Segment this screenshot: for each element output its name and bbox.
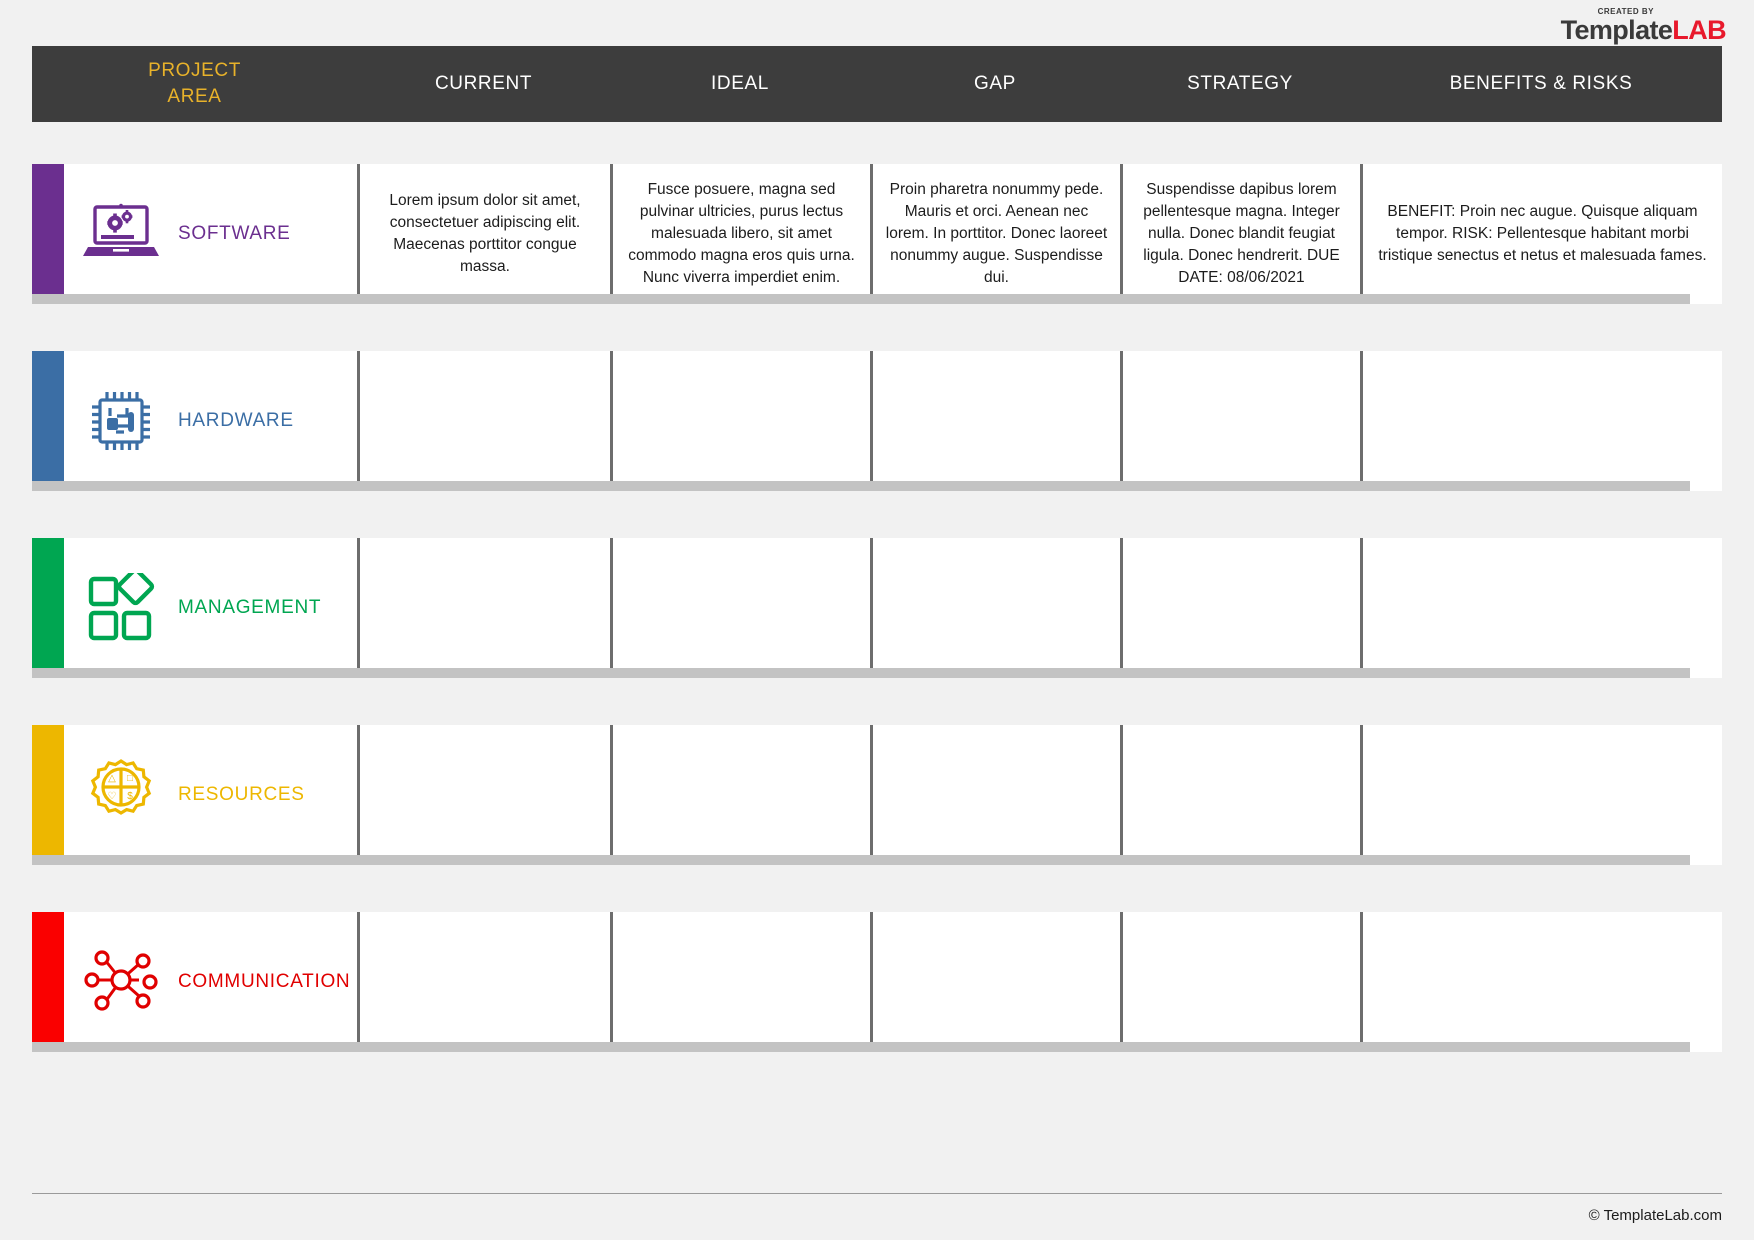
cell-current[interactable] [357, 351, 610, 491]
row-area-cell: SOFTWARE [64, 164, 357, 304]
cell-gap[interactable] [870, 725, 1120, 865]
footer-copyright: © TemplateLab.com [1589, 1207, 1722, 1224]
cell-strategy[interactable] [1120, 912, 1360, 1052]
gear-resources-icon: △ □ ♡ $ [82, 759, 160, 831]
row-shadow [32, 668, 1690, 678]
header-gap: GAP [974, 73, 1016, 94]
svg-text:$: $ [127, 791, 133, 802]
cell-benefits-risks[interactable]: BENEFIT: Proin nec augue. Quisque aliqua… [1360, 164, 1722, 304]
cell-ideal[interactable] [610, 912, 870, 1052]
cell-current[interactable]: Lorem ipsum dolor sit amet, consectetuer… [357, 164, 610, 304]
cell-gap[interactable] [870, 351, 1120, 491]
templatelab-logo: CREATED BY TemplateLAB [1560, 8, 1727, 45]
cell-gap[interactable] [870, 912, 1120, 1052]
row-area-cell: HARDWARE [64, 351, 357, 491]
brand-template-text: Template [1560, 15, 1673, 45]
cell-current[interactable] [357, 912, 610, 1052]
row-body: HARDWARE [64, 351, 1722, 491]
cell-benefits-risks[interactable] [1360, 351, 1722, 491]
table-row: △ □ ♡ $ RESOURCES [32, 725, 1722, 865]
row-label: SOFTWARE [178, 223, 291, 245]
row-label: RESOURCES [178, 784, 305, 806]
svg-text:□: □ [127, 773, 133, 784]
row-accent-bar [32, 725, 64, 865]
cell-ideal[interactable]: Fusce posuere, magna sed pulvinar ultric… [610, 164, 870, 304]
row-body: COMMUNICATION [64, 912, 1722, 1052]
cell-benefits-risks[interactable] [1360, 538, 1722, 678]
network-nodes-icon [82, 946, 160, 1018]
svg-text:△: △ [108, 773, 116, 784]
cell-strategy[interactable] [1120, 725, 1360, 865]
row-shadow [32, 294, 1690, 304]
header-benefits-risks: BENEFITS & RISKS [1449, 73, 1633, 94]
cell-strategy[interactable]: Suspendisse dapibus lorem pellentesque m… [1120, 164, 1360, 304]
cell-ideal[interactable] [610, 351, 870, 491]
cell-current[interactable] [357, 538, 610, 678]
row-accent-bar [32, 912, 64, 1052]
footer-divider [32, 1193, 1722, 1194]
row-accent-bar [32, 538, 64, 678]
cell-ideal[interactable] [610, 538, 870, 678]
cell-strategy[interactable] [1120, 538, 1360, 678]
row-label: HARDWARE [178, 410, 294, 432]
cell-benefits-risks[interactable] [1360, 912, 1722, 1052]
table-row: HARDWARE [32, 351, 1722, 491]
header-project-area: PROJECT AREA [32, 46, 357, 122]
row-area-cell: MANAGEMENT [64, 538, 357, 678]
row-body: △ □ ♡ $ RESOURCES [64, 725, 1722, 865]
cell-strategy[interactable] [1120, 351, 1360, 491]
gap-analysis-template: CREATED BY TemplateLAB PROJECT AREA CURR… [0, 0, 1754, 1240]
laptop-gears-icon [82, 198, 160, 270]
table-row: SOFTWARE Lorem ipsum dolor sit amet, con… [32, 164, 1722, 304]
row-accent-bar [32, 164, 64, 304]
row-body: SOFTWARE Lorem ipsum dolor sit amet, con… [64, 164, 1722, 304]
header-project-area-line2: AREA [167, 86, 222, 107]
cell-current[interactable] [357, 725, 610, 865]
cell-benefits-risks[interactable] [1360, 725, 1722, 865]
shapes-icon [82, 572, 160, 644]
svg-text:♡: ♡ [108, 791, 117, 802]
row-label: MANAGEMENT [178, 597, 322, 619]
row-area-cell: COMMUNICATION [64, 912, 357, 1052]
row-area-cell: △ □ ♡ $ RESOURCES [64, 725, 357, 865]
header-project-area-line1: PROJECT [148, 60, 241, 82]
templatelab-link[interactable]: © TemplateLab.com [1589, 1207, 1722, 1224]
table-row: COMMUNICATION [32, 912, 1722, 1052]
header-current: CURRENT [434, 73, 533, 94]
table-header: PROJECT AREA CURRENT IDEAL GAP STRATEGY … [32, 46, 1722, 122]
cell-gap[interactable]: Proin pharetra nonummy pede. Mauris et o… [870, 164, 1120, 304]
microchip-icon [82, 385, 160, 457]
row-label: COMMUNICATION [178, 971, 351, 993]
brand-wordmark: TemplateLAB [1560, 15, 1727, 45]
brand-lab-text: LAB [1672, 15, 1726, 45]
header-ideal: IDEAL [711, 73, 769, 94]
row-shadow [32, 855, 1690, 865]
cell-ideal[interactable] [610, 725, 870, 865]
row-body: MANAGEMENT [64, 538, 1722, 678]
row-accent-bar [32, 351, 64, 491]
header-strategy: STRATEGY [1187, 73, 1293, 94]
table-row: MANAGEMENT [32, 538, 1722, 678]
row-shadow [32, 1042, 1690, 1052]
cell-gap[interactable] [870, 538, 1120, 678]
row-shadow [32, 481, 1690, 491]
